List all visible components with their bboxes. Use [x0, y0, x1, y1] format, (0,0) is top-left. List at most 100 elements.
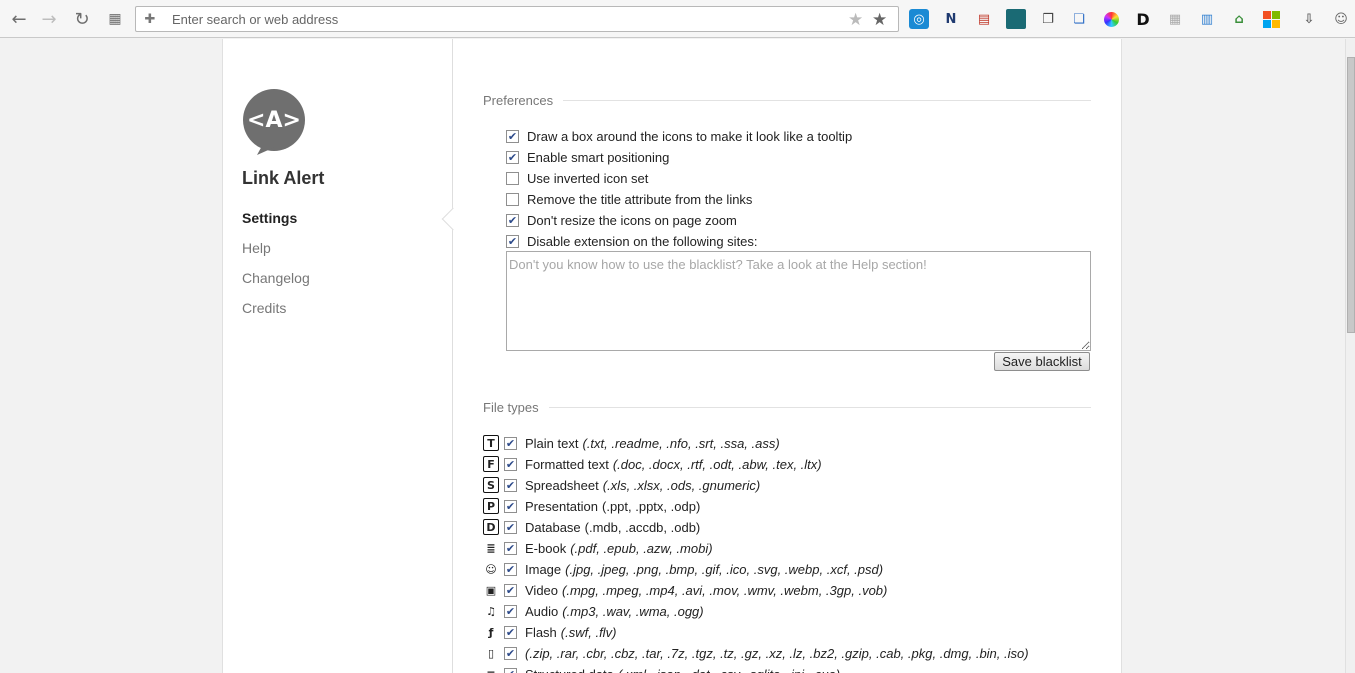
address-bar[interactable]: ✚ ★ ★ — [135, 6, 899, 32]
preference-checkbox[interactable]: ✔ — [506, 150, 519, 164]
preference-label: Enable smart positioning — [527, 149, 670, 165]
file-type-extensions: (.zip, .rar, .cbr, .cbz, .tar, .7z, .tgz… — [525, 645, 1029, 661]
file-type-checkbox[interactable]: ✔ — [504, 562, 517, 576]
save-blacklist-button[interactable]: Save blacklist — [994, 352, 1090, 371]
tiles-icon[interactable]: ▦ — [1165, 9, 1185, 29]
file-type-checkbox[interactable]: ✔ — [504, 520, 517, 534]
preference-checkbox[interactable]: ✔ — [506, 234, 519, 248]
file-type-label: Flash — [525, 624, 557, 640]
download-icon[interactable]: ⇩ — [1299, 9, 1319, 29]
app-title: Link Alert — [242, 168, 325, 188]
file-type-icon: D — [483, 519, 499, 535]
extension-n-icon[interactable]: N — [941, 9, 961, 29]
profile-icon[interactable]: ☺ — [1331, 9, 1351, 29]
preference-option[interactable]: ✔ Don't resize the icons on page zoom — [506, 211, 737, 229]
windows-icon[interactable]: ❏ — [1069, 9, 1089, 29]
preference-label: Draw a box around the icons to make it l… — [527, 128, 853, 144]
back-arrow-icon[interactable]: ← — [8, 8, 30, 30]
file-type-row: P ✔ Presentation (.ppt, .pptx, .odp) — [483, 497, 700, 515]
preference-option[interactable]: ✔ Disable extension on the following site… — [506, 232, 758, 250]
logo-text: <A> — [247, 108, 301, 133]
extension-square-icon[interactable] — [1006, 9, 1026, 29]
file-type-icon: T — [483, 435, 499, 451]
preference-checkbox[interactable]: ✔ — [506, 213, 519, 227]
file-type-icon: S — [483, 477, 499, 493]
address-input[interactable] — [172, 10, 832, 28]
file-type-label: Spreadsheet — [525, 477, 599, 493]
color-wheel-icon[interactable] — [1101, 9, 1121, 29]
file-type-checkbox[interactable]: ✔ — [504, 667, 517, 673]
file-type-row: D ✔ Database (.mdb, .accdb, .odb) — [483, 518, 700, 536]
file-type-label: E-book — [525, 540, 567, 556]
file-type-extensions: (.mp3, .wav, .wma, .ogg) — [562, 603, 704, 619]
file-type-row: ≣ ✔ E-book (.pdf, .epub, .azw, .mobi) — [483, 539, 712, 557]
preference-option[interactable]: Use inverted icon set — [506, 169, 648, 187]
puzzle-icon: ✚ — [144, 11, 156, 27]
file-type-icon: P — [483, 498, 499, 514]
file-type-row: ≡ ✔ Structured data (.xml, .json, .dat, .cs… — [483, 665, 840, 673]
preferences-heading: Preferences — [483, 93, 1091, 108]
preference-checkbox[interactable] — [506, 192, 519, 206]
scrollbar-thumb[interactable] — [1347, 57, 1355, 333]
bookmarks-star-icon[interactable]: ★ — [872, 10, 887, 30]
file-type-extensions: (.mdb, .accdb, .odb) — [584, 519, 701, 535]
preference-option[interactable]: ✔ Enable smart positioning — [506, 148, 669, 166]
file-type-icon: ♫ — [486, 604, 496, 618]
file-type-checkbox[interactable]: ✔ — [504, 583, 517, 597]
nav-item-credits[interactable]: Credits — [242, 300, 286, 316]
file-type-checkbox[interactable]: ✔ — [504, 436, 517, 450]
file-type-extensions: (.doc, .docx, .rtf, .odt, .abw, .tex, .l… — [612, 456, 822, 472]
file-type-checkbox[interactable]: ✔ — [504, 604, 517, 618]
file-type-icon: ▣ — [485, 583, 497, 597]
file-type-row: ☺ ✔ Image (.jpg, .jpeg, .png, .bmp, .gif, .… — [483, 560, 883, 578]
file-type-icon: F — [483, 456, 499, 472]
extension-d-icon[interactable]: D — [1133, 9, 1153, 29]
file-type-label: Video — [525, 582, 559, 598]
sidebar: <A> Link Alert Settings Help Changelog C… — [223, 39, 453, 673]
preference-label: Use inverted icon set — [527, 170, 649, 186]
ms-squares-icon[interactable] — [1261, 9, 1281, 29]
reload-icon[interactable]: ↻ — [71, 8, 93, 30]
preference-option[interactable]: Remove the title attribute from the link… — [506, 190, 752, 208]
apps-grid-icon[interactable]: ▦ — [104, 8, 126, 30]
nav-item-help[interactable]: Help — [242, 240, 271, 256]
file-type-label: Image — [525, 561, 562, 577]
file-type-extensions: (.xls, .xlsx, .ods, .gnumeric) — [602, 477, 761, 493]
file-type-extensions: (.mpg, .mpeg, .mp4, .avi, .mov, .wmv, .w… — [562, 582, 888, 598]
file-type-checkbox[interactable]: ✔ — [504, 478, 517, 492]
preference-option[interactable]: ✔ Draw a box around the icons to make it … — [506, 127, 852, 145]
file-type-checkbox[interactable]: ✔ — [504, 646, 517, 660]
file-type-checkbox[interactable]: ✔ — [504, 541, 517, 555]
file-type-row: ▯ ✔ (.zip, .rar, .cbr, .cbz, .tar, .7z, .t… — [483, 644, 1029, 662]
preference-checkbox[interactable] — [506, 171, 519, 185]
blacklist-textarea[interactable] — [506, 251, 1091, 351]
vertical-scrollbar[interactable] — [1345, 39, 1355, 673]
house-icon[interactable]: ⌂ — [1229, 9, 1249, 29]
bookmark-star-icon[interactable]: ★ — [848, 10, 863, 30]
file-type-icon: ƒ — [488, 625, 494, 639]
file-type-extensions: (.xml, .json, .dat, .csv, .sqlite, .ini,… — [618, 667, 840, 673]
preference-label: Don't resize the icons on page zoom — [527, 212, 737, 228]
file-type-icon: ≡ — [483, 666, 499, 673]
preference-label: Disable extension on the following sites… — [527, 233, 758, 249]
file-type-row: S ✔ Spreadsheet (.xls, .xlsx, .ods, .gnumer… — [483, 476, 760, 494]
forward-arrow-icon[interactable]: → — [38, 8, 60, 30]
file-type-row: F ✔ Formatted text (.doc, .docx, .rtf, .odt… — [483, 455, 822, 473]
file-type-checkbox[interactable]: ✔ — [504, 499, 517, 513]
file-type-extensions: (.txt, .readme, .nfo, .srt, .ssa, .ass) — [582, 435, 780, 451]
file-type-extensions: (.jpg, .jpeg, .png, .bmp, .gif, .ico, .s… — [565, 561, 884, 577]
nav-item-settings[interactable]: Settings — [242, 210, 297, 226]
file-type-checkbox[interactable]: ✔ — [504, 625, 517, 639]
file-type-row: T ✔ Plain text (.txt, .readme, .nfo, .srt, … — [483, 434, 780, 452]
file-type-extensions: (.swf, .flv) — [560, 624, 617, 640]
preference-checkbox[interactable]: ✔ — [506, 129, 519, 143]
file-types-heading: File types — [483, 400, 1091, 415]
extension-layers-icon[interactable]: ❐ — [1038, 9, 1058, 29]
file-type-icon: ≣ — [486, 541, 496, 555]
options-page: <A> Link Alert Settings Help Changelog C… — [222, 39, 1122, 673]
layout-icon[interactable]: ▥ — [1197, 9, 1217, 29]
calendar-icon[interactable]: ▤ — [974, 9, 994, 29]
nav-item-changelog[interactable]: Changelog — [242, 270, 310, 286]
extension-circle-icon[interactable]: ◎ — [909, 9, 929, 29]
file-type-checkbox[interactable]: ✔ — [504, 457, 517, 471]
